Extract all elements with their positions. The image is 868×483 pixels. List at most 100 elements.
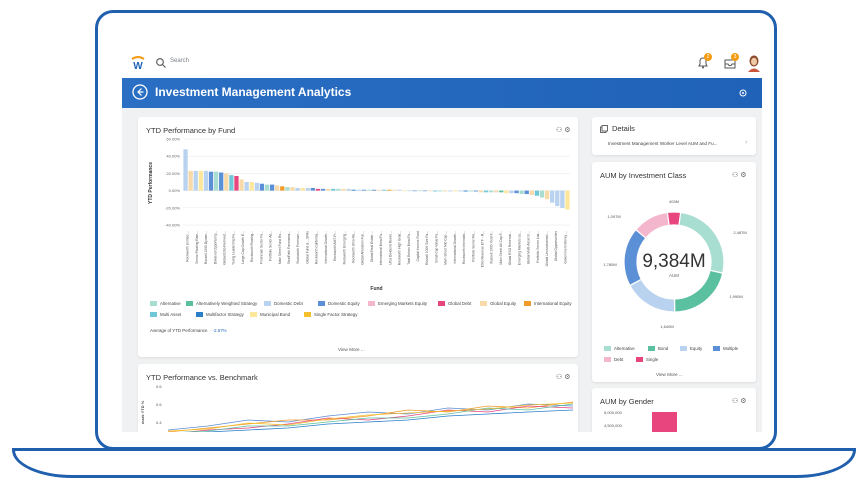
- fund-bar[interactable]: [432, 190, 438, 192]
- fund-bar[interactable]: [275, 185, 280, 191]
- fund-bar[interactable]: [310, 188, 315, 191]
- legend-item[interactable]: Alternative: [604, 346, 635, 352]
- fund-bar[interactable]: [351, 189, 356, 191]
- fund-bar[interactable]: [239, 179, 244, 191]
- fund-bar[interactable]: [193, 170, 198, 191]
- legend-item[interactable]: Single: [636, 357, 658, 363]
- legend-item[interactable]: Bond: [648, 346, 668, 352]
- gear-icon[interactable]: [738, 88, 748, 98]
- fund-bar[interactable]: [259, 183, 265, 191]
- fund-bar[interactable]: [560, 190, 565, 208]
- fund-bar[interactable]: [473, 190, 478, 192]
- fund-bar[interactable]: [254, 182, 259, 191]
- fund-bar[interactable]: [555, 190, 560, 207]
- fund-bar[interactable]: [544, 190, 550, 200]
- legend-item[interactable]: Municipal Bond: [250, 312, 290, 318]
- fund-bar[interactable]: [438, 190, 443, 192]
- fund-bar[interactable]: [234, 175, 239, 191]
- fund-bar[interactable]: [397, 189, 402, 191]
- fund-bar[interactable]: [376, 189, 382, 191]
- view-more-link[interactable]: View More ...: [338, 347, 365, 352]
- fund-bar[interactable]: [208, 171, 214, 191]
- fund-bar[interactable]: [565, 190, 570, 210]
- fund-bar[interactable]: [219, 172, 224, 191]
- legend-item[interactable]: Single Factor Strategy: [304, 312, 357, 318]
- fund-bar[interactable]: [346, 188, 351, 191]
- fund-bar[interactable]: [305, 188, 310, 191]
- fund-bar[interactable]: [188, 170, 193, 191]
- fund-bar[interactable]: [514, 190, 519, 194]
- fund-bar[interactable]: [534, 190, 540, 196]
- fund-bar[interactable]: [203, 170, 209, 191]
- workday-logo-icon[interactable]: W: [130, 55, 146, 71]
- fund-bar[interactable]: [269, 184, 275, 191]
- fund-bar[interactable]: [453, 190, 458, 192]
- fund-bar[interactable]: [320, 188, 326, 191]
- view-more-link[interactable]: View More ...: [656, 372, 683, 377]
- hierarchy-icon[interactable]: ⚇: [732, 398, 738, 405]
- fund-bar[interactable]: [325, 188, 331, 191]
- fund-bar[interactable]: [198, 170, 203, 191]
- fund-bar[interactable]: [285, 187, 290, 191]
- legend-item[interactable]: Debt: [604, 357, 623, 363]
- hierarchy-icon[interactable]: ⚇: [556, 127, 562, 134]
- fund-bar[interactable]: [183, 149, 188, 191]
- fund-bar[interactable]: [468, 190, 473, 192]
- fund-bar[interactable]: [488, 190, 494, 193]
- fund-bar[interactable]: [524, 190, 529, 195]
- fund-bar[interactable]: [249, 182, 254, 191]
- fund-bar[interactable]: [458, 190, 463, 192]
- fund-bar[interactable]: [264, 184, 270, 191]
- fund-bar[interactable]: [213, 171, 219, 191]
- fund-bar[interactable]: [300, 188, 305, 191]
- fund-bar[interactable]: [443, 190, 448, 192]
- fund-bar[interactable]: [448, 190, 453, 192]
- legend-item[interactable]: Multi Asset: [150, 312, 181, 318]
- legend-item[interactable]: Global Debt: [438, 301, 471, 307]
- fund-bar[interactable]: [550, 190, 555, 203]
- fund-bar[interactable]: [244, 182, 249, 191]
- fund-bar[interactable]: [356, 189, 361, 191]
- fund-bar[interactable]: [529, 190, 534, 195]
- fund-bar[interactable]: [483, 190, 489, 193]
- search-icon[interactable]: [155, 57, 167, 69]
- fund-bar[interactable]: [280, 186, 285, 191]
- fund-bar[interactable]: [315, 188, 321, 191]
- fund-bar[interactable]: [422, 190, 428, 192]
- fund-bar[interactable]: [336, 188, 341, 191]
- legend-item[interactable]: Domestic Debt: [264, 301, 303, 307]
- fund-bar[interactable]: [371, 189, 377, 191]
- chevron-right-icon[interactable]: ›: [745, 139, 747, 146]
- fund-bar[interactable]: [341, 188, 346, 191]
- settings-icon[interactable]: ⚙: [564, 374, 570, 381]
- fund-bar[interactable]: [295, 188, 300, 191]
- back-arrow-icon[interactable]: [132, 84, 148, 100]
- legend-item[interactable]: Alternative: [150, 301, 181, 307]
- legend-item[interactable]: Multifactor Strategy: [196, 312, 244, 318]
- fund-bar[interactable]: [427, 190, 433, 192]
- fund-bar[interactable]: [381, 189, 387, 191]
- fund-bar[interactable]: [361, 189, 366, 191]
- settings-icon[interactable]: ⚙: [740, 172, 746, 179]
- donut-slice[interactable]: [673, 269, 724, 313]
- settings-icon[interactable]: ⚙: [564, 127, 570, 134]
- legend-item[interactable]: Emerging Markets Equity: [368, 301, 427, 307]
- donut-slice[interactable]: [634, 211, 670, 239]
- legend-item[interactable]: International Equity: [524, 301, 572, 307]
- legend-item[interactable]: Equity: [680, 346, 702, 352]
- fund-bar[interactable]: [539, 190, 545, 198]
- fund-bar[interactable]: [417, 190, 422, 192]
- fund-bar[interactable]: [412, 190, 417, 192]
- fund-bar[interactable]: [331, 188, 336, 191]
- fund-bar[interactable]: [224, 173, 229, 191]
- fund-bar[interactable]: [229, 175, 234, 191]
- fund-bar[interactable]: [392, 189, 397, 191]
- hierarchy-icon[interactable]: ⚇: [732, 172, 738, 179]
- fund-bar[interactable]: [387, 189, 392, 191]
- settings-icon[interactable]: ⚙: [740, 398, 746, 405]
- fund-bar[interactable]: [407, 190, 412, 192]
- details-link[interactable]: Investment Management Worker Level AUM a…: [608, 141, 717, 146]
- fund-bar[interactable]: [463, 190, 468, 192]
- legend-item[interactable]: Global Equity: [480, 301, 516, 307]
- search-input[interactable]: Search: [170, 58, 189, 64]
